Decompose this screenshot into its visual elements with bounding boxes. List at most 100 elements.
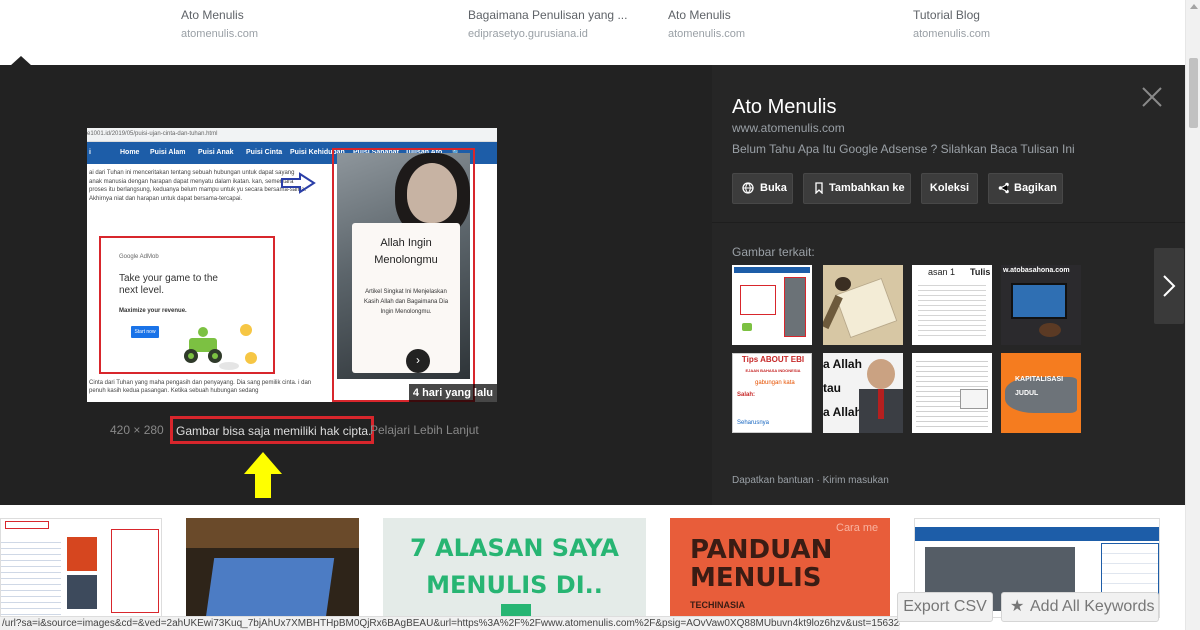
photo-face <box>407 163 457 223</box>
bottom-result-3[interactable]: 7 ALASAN SAYA MENULIS DI.. <box>383 518 646 618</box>
bottom-result-4-brand: TECHINASIA <box>690 600 746 610</box>
thumb-text: KAPITALISASI JUDUL <box>1015 376 1064 397</box>
preview-body: ai dari Tuhan ini menceritakan tentang s… <box>87 148 497 402</box>
blue-arrow-icon <box>281 172 316 194</box>
related-thumb-8[interactable]: KAPITALISASI JUDUL <box>1001 353 1081 433</box>
copyright-notice: Gambar bisa saja memiliki hak cipta. <box>176 424 372 438</box>
detail-url[interactable]: www.atomenulis.com <box>732 121 845 135</box>
preview-left: e1001.id/2019/05/puisi-ujan-cinta-dan-tu… <box>0 65 712 505</box>
scroll-up-icon[interactable] <box>1190 4 1198 9</box>
ad-brand: Google AdMob <box>119 254 159 260</box>
divider <box>712 222 1185 223</box>
star-icon: ★ <box>1010 598 1025 615</box>
preview-article-text: ai dari Tuhan ini menceritakan tentang s… <box>89 170 307 202</box>
add-all-keywords-label: Add All Keywords <box>1030 598 1155 615</box>
thumb-text: Salah: <box>737 392 756 398</box>
image-dimensions: 420 × 280 <box>110 423 164 437</box>
result-title[interactable]: Bagaimana Penulisan yang ... <box>468 8 627 22</box>
close-icon[interactable] <box>1140 85 1164 109</box>
top-result-3[interactable]: Ato Menulis atomenulis.com <box>668 8 745 40</box>
preview-image[interactable]: e1001.id/2019/05/puisi-ujan-cinta-dan-tu… <box>87 128 497 402</box>
thumb-text: tau <box>823 381 841 395</box>
thumb-text: EJAAN BAHASA INDONESIA <box>745 368 801 373</box>
result-source: atomenulis.com <box>668 28 746 40</box>
related-thumb-2[interactable] <box>823 265 903 345</box>
feedback-link[interactable]: Kirim masukan <box>823 475 889 486</box>
top-results-row: Ato Menulis atomenulis.com Bagaimana Pen… <box>0 0 1185 66</box>
export-csv-button[interactable]: Export CSV <box>897 592 993 622</box>
robot-illustration-icon <box>184 324 257 370</box>
related-thumb-5[interactable]: Tips ABOUT EBI EJAAN BAHASA INDONESIA ga… <box>732 353 812 433</box>
preview-bottom-text: Cinta dari Tuhan yang maha pengasih dan … <box>89 380 312 394</box>
related-thumb-3[interactable]: asan 1 Tulis <box>912 265 992 345</box>
related-thumb-6[interactable]: a Allah tau a Allah? <box>823 353 903 433</box>
result-title[interactable]: Ato Menulis <box>181 8 258 22</box>
thumb-text: Tulis <box>970 267 991 277</box>
nav-item: Home <box>120 149 140 156</box>
side-ad-photo: Allah Ingin Menolongmu Artikel Singkat I… <box>337 153 470 379</box>
detail-pane: Ato Menulis www.atomenulis.com Belum Tah… <box>712 65 1185 505</box>
share-icon <box>998 182 1009 194</box>
side-ad-card: Allah Ingin Menolongmu Artikel Singkat I… <box>352 223 460 373</box>
bottom-result-2[interactable] <box>186 518 359 618</box>
collection-button[interactable]: Koleksi <box>921 173 978 204</box>
preview-address-bar: e1001.id/2019/05/puisi-ujan-cinta-dan-tu… <box>87 128 497 142</box>
result-title[interactable]: Ato Menulis <box>668 8 745 22</box>
thumb-text: gabungan kata <box>755 380 795 386</box>
thumb-text: w.atobasahona.com <box>1003 267 1070 274</box>
detail-title[interactable]: Ato Menulis <box>732 96 837 119</box>
bottom-result-3-title: 7 ALASAN SAYA MENULIS DI.. <box>409 534 619 599</box>
scroll-thumb[interactable] <box>1189 58 1198 128</box>
ad-subline: Maximize your revenue. <box>119 308 187 314</box>
bottom-result-1[interactable] <box>0 518 162 618</box>
thumb-text: a Allah <box>823 357 862 371</box>
result-title[interactable]: Tutorial Blog <box>913 8 990 22</box>
related-thumb-7[interactable] <box>912 353 992 433</box>
bottom-result-4[interactable]: PANDUAN MENULIS TECHINASIA Cara me <box>670 518 890 618</box>
ad-headline: Take your game to the next level. <box>119 273 218 296</box>
add-all-keywords-button[interactable]: ★ Add All Keywords <box>1001 592 1159 622</box>
top-result-4[interactable]: Tutorial Blog atomenulis.com <box>913 8 990 40</box>
thumb-text: asan 1 <box>928 267 956 277</box>
chevron-right-icon: › <box>406 349 430 373</box>
related-thumb-1[interactable] <box>732 265 812 345</box>
time-badge: 4 hari yang lalu <box>408 384 497 402</box>
nav-item: Puisi Anak <box>198 149 234 156</box>
google-ad-card: Google AdMob Take your game to the next … <box>99 236 275 374</box>
help-link[interactable]: Dapatkan bantuan <box>732 475 814 486</box>
save-to-label: Tambahkan ke <box>829 182 905 194</box>
share-label: Bagikan <box>1014 182 1057 194</box>
page-scrollbar[interactable] <box>1185 0 1200 630</box>
chevron-right-icon <box>1163 275 1176 297</box>
result-source: atomenulis.com <box>913 28 991 40</box>
thumb-text: Tips ABOUT EBI <box>741 355 805 364</box>
open-button[interactable]: Buka <box>732 173 793 204</box>
top-result-2[interactable]: Bagaimana Penulisan yang ... ediprasetyo… <box>468 8 627 40</box>
page: Ato Menulis atomenulis.com Bagaimana Pen… <box>0 0 1200 630</box>
nav-item: Puisi Alam <box>150 149 186 156</box>
nav-item: Puisi Cinta <box>246 149 283 156</box>
yellow-up-arrow-icon <box>244 452 282 498</box>
save-to-button[interactable]: Tambahkan ke <box>803 173 911 204</box>
detail-description: Belum Tahu Apa Itu Google Adsense ? Sila… <box>732 142 1075 156</box>
result-source: atomenulis.com <box>181 28 259 40</box>
side-ad-frame: Allah Ingin Menolongmu Artikel Singkat I… <box>332 148 475 402</box>
copyright-notice-highlight: Gambar bisa saja memiliki hak cipta. <box>170 416 374 444</box>
bookmark-icon <box>815 182 823 194</box>
result-source: ediprasetyo.gurusiana.id <box>468 28 588 40</box>
related-thumb-4[interactable]: w.atobasahona.com <box>1001 265 1081 345</box>
ad-start-button: Start now <box>131 326 159 338</box>
bottom-result-4-corner: Cara me <box>836 522 879 534</box>
related-images-label: Gambar terkait: <box>732 245 815 259</box>
side-ad-text: Artikel Singkat Ini Menjelaskan Kasih Al… <box>363 289 449 315</box>
next-image-button[interactable] <box>1154 248 1184 324</box>
bottom-result-4-title: PANDUAN MENULIS <box>690 535 833 593</box>
globe-icon <box>742 182 754 194</box>
learn-more-link[interactable]: Pelajari Lebih Lanjut <box>370 423 479 437</box>
preview-address: e1001.id/2019/05/puisi-ujan-cinta-dan-tu… <box>87 131 218 137</box>
share-button[interactable]: Bagikan <box>988 173 1063 204</box>
top-result-1[interactable]: Ato Menulis atomenulis.com <box>181 8 258 40</box>
side-ad-heading: Allah Ingin Menolongmu <box>374 237 438 266</box>
detail-footer: Dapatkan bantuan · Kirim masukan <box>732 475 889 486</box>
collection-label: Koleksi <box>929 182 970 194</box>
